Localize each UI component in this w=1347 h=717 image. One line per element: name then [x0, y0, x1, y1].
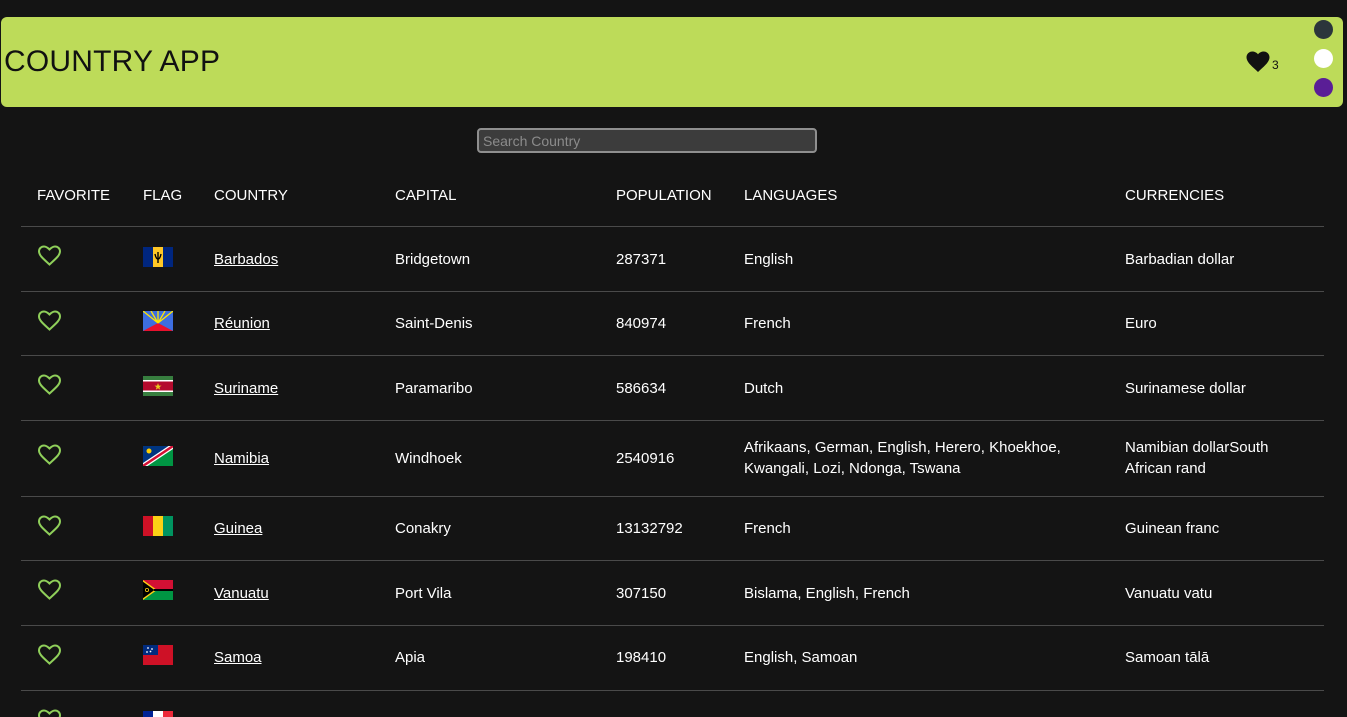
partial-flag [143, 711, 173, 717]
currencies-cell: Barbadian dollar [1125, 251, 1235, 268]
population-cell: 840974 [616, 315, 667, 332]
languages-cell: Afrikaans, German, English, Herero, Khoe… [744, 439, 1061, 477]
currencies-cell: Euro [1125, 315, 1157, 332]
favorites-count: 3 [1272, 58, 1279, 72]
column-header-languages: LANGUAGES [744, 187, 838, 204]
suriname-flag [143, 376, 173, 396]
country-link[interactable]: Suriname [214, 378, 278, 399]
favorite-heart-icon[interactable] [37, 515, 62, 537]
languages-cell: English, Samoan [744, 649, 858, 666]
population-cell: 287371 [616, 251, 667, 268]
theme-dark-button[interactable] [1314, 20, 1333, 39]
capital-cell: Saint-Denis [395, 315, 473, 332]
guinea-flag [143, 516, 173, 536]
languages-cell: English [744, 251, 794, 268]
favorite-heart-icon[interactable] [37, 444, 62, 466]
languages-cell: French [744, 315, 791, 332]
country-link[interactable]: Barbados [214, 249, 278, 270]
capital-cell: Paramaribo [395, 380, 473, 397]
population-cell: 2540916 [616, 450, 675, 467]
capital-cell: Windhoek [395, 450, 462, 467]
country-link[interactable]: Vanuatu [214, 583, 269, 604]
languages-cell: Bislama, English, French [744, 585, 910, 602]
capital-cell: Conakry [395, 520, 451, 537]
countries-table: FAVORITE FLAG COUNTRY CAPITAL POPULATION… [21, 170, 1324, 717]
table-row: Barbados Bridgetown 287371 English Barba… [21, 227, 1324, 292]
favorite-heart-icon[interactable] [37, 709, 62, 717]
country-link[interactable]: Namibia [214, 448, 269, 469]
favorites-counter[interactable]: 3 [1246, 51, 1279, 73]
namibia-flag [143, 446, 173, 466]
theme-light-button[interactable] [1314, 49, 1333, 68]
table-row: Suriname Paramaribo 586634 Dutch Surinam… [21, 356, 1324, 421]
capital-cell: Apia [395, 649, 426, 666]
column-header-currencies: CURRENCIES [1125, 187, 1225, 204]
population-cell: 307150 [616, 585, 667, 602]
currencies-cell: Vanuatu vatu [1125, 585, 1213, 602]
table-row [21, 691, 1324, 717]
column-header-capital: CAPITAL [395, 187, 457, 204]
favorite-heart-icon[interactable] [37, 644, 62, 666]
barbados-flag [143, 247, 173, 267]
column-header-country: COUNTRY [214, 187, 288, 204]
samoa-flag [143, 645, 173, 665]
table-row: Guinea Conakry 13132792 French Guinean f… [21, 497, 1324, 561]
reunion-flag [143, 311, 173, 331]
column-header-population: POPULATION [616, 187, 712, 204]
column-header-favorite: FAVORITE [37, 187, 111, 204]
country-link[interactable]: Guinea [214, 518, 262, 539]
currencies-cell: Guinean franc [1125, 520, 1220, 537]
app-title: COUNTRY APP [4, 45, 221, 78]
favorite-heart-icon[interactable] [37, 579, 62, 601]
table-row: Vanuatu Port Vila 307150 Bislama, Englis… [21, 561, 1324, 626]
table-header: FAVORITE FLAG COUNTRY CAPITAL POPULATION… [21, 170, 1324, 227]
search-input[interactable] [477, 128, 817, 153]
vanuatu-flag [143, 580, 173, 600]
currencies-cell: Surinamese dollar [1125, 380, 1246, 397]
capital-cell: Port Vila [395, 585, 452, 602]
currencies-cell: Namibian dollarSouth African rand [1125, 439, 1269, 477]
table-row: Réunion Saint-Denis 840974 French Euro [21, 292, 1324, 356]
favorite-heart-icon[interactable] [37, 310, 62, 332]
theme-purple-button[interactable] [1314, 78, 1333, 97]
capital-cell: Bridgetown [395, 251, 471, 268]
languages-cell: Dutch [744, 380, 784, 397]
app-header: COUNTRY APP 3 [1, 17, 1343, 107]
population-cell: 586634 [616, 380, 667, 397]
column-header-flag: FLAG [143, 187, 183, 204]
page: COUNTRY APP 3 FAVORITE FLAG COUNTRY CAPI… [0, 0, 1347, 717]
favorite-heart-icon[interactable] [37, 374, 62, 396]
population-cell: 13132792 [616, 520, 683, 537]
favorite-heart-icon[interactable] [37, 245, 62, 267]
heart-filled-icon [1246, 51, 1270, 72]
currencies-cell: Samoan tālā [1125, 649, 1210, 666]
population-cell: 198410 [616, 649, 667, 666]
country-link[interactable]: Samoa [214, 647, 262, 668]
table-row: Namibia Windhoek 2540916 Afrikaans, Germ… [21, 421, 1324, 497]
table-row: Samoa Apia 198410 English, Samoan Samoan… [21, 626, 1324, 691]
country-link[interactable]: Réunion [214, 313, 270, 334]
languages-cell: French [744, 520, 791, 537]
